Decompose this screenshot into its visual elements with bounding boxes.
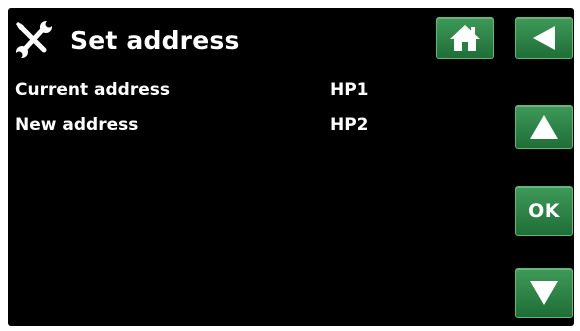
down-button[interactable] bbox=[515, 268, 573, 318]
tools-icon bbox=[14, 20, 54, 60]
page-title: Set address bbox=[70, 26, 240, 55]
back-button[interactable] bbox=[515, 17, 573, 59]
up-arrow-icon bbox=[528, 113, 560, 141]
ok-button[interactable]: OK bbox=[515, 186, 573, 236]
new-address-value[interactable]: HP2 bbox=[330, 115, 369, 135]
ok-button-label: OK bbox=[528, 200, 560, 222]
down-arrow-icon bbox=[528, 279, 560, 307]
display-screen: Set address Current address HP1 New addr… bbox=[8, 8, 574, 326]
home-icon bbox=[448, 23, 482, 53]
back-arrow-icon bbox=[529, 23, 559, 53]
home-button[interactable] bbox=[436, 17, 494, 59]
up-button[interactable] bbox=[515, 105, 573, 149]
current-address-label[interactable]: Current address bbox=[15, 80, 170, 100]
current-address-value[interactable]: HP1 bbox=[330, 80, 369, 100]
new-address-label[interactable]: New address bbox=[15, 115, 138, 135]
